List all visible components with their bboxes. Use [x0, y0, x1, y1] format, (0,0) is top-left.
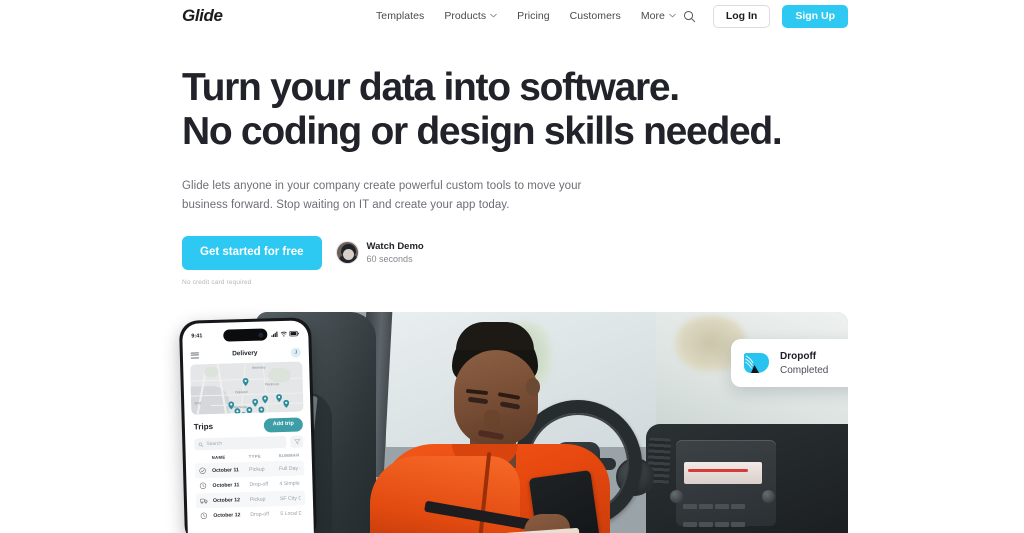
nav-item-templates[interactable]: Templates: [376, 10, 424, 22]
search-input[interactable]: Search: [194, 435, 287, 451]
map-pin[interactable]: [240, 407, 247, 415]
map-pin[interactable]: [283, 395, 290, 408]
watch-demo-title: Watch Demo: [366, 240, 424, 252]
phone-notch: [223, 328, 268, 342]
map-label: Berkeley: [252, 365, 266, 370]
nav-links: Templates Products Pricing Customers Mor…: [376, 10, 676, 22]
user-avatar[interactable]: J: [290, 346, 301, 358]
hero-section: Turn your data into software. No coding …: [182, 66, 822, 286]
cell-name: October 11: [212, 481, 240, 489]
check-circle-icon: [199, 467, 212, 474]
truck-icon: [199, 497, 213, 504]
headline-line-2: No coding or design skills needed.: [182, 110, 783, 154]
search-placeholder: Search: [206, 440, 223, 448]
chevron-down-icon: [490, 12, 497, 19]
signup-button[interactable]: Sign Up: [782, 5, 848, 28]
trips-title: Trips: [193, 422, 214, 432]
photo-driver-figure: [370, 322, 610, 533]
nav-item-products[interactable]: Products: [444, 10, 497, 22]
hero-photo-delivery-driver: Dropoff Completed: [256, 312, 848, 533]
cell-summary: 4 Simple de: [279, 480, 300, 487]
column-header-summary: SUMMARY: [278, 452, 300, 459]
brand-logo[interactable]: Glide: [182, 6, 223, 26]
cell-summary: Full Day of A: [278, 465, 300, 472]
cell-summary: SF City Cen: [279, 495, 301, 502]
column-header-type: TYPE: [248, 453, 262, 459]
front-camera-icon: [258, 332, 264, 338]
cellular-icon: [271, 331, 278, 338]
nav-actions: Log In Sign Up: [679, 5, 848, 28]
map-pin[interactable]: [246, 402, 253, 415]
cell-type: Pickup: [248, 466, 265, 473]
map-pin[interactable]: [262, 390, 269, 404]
clock-icon: [199, 482, 212, 489]
app-title: Delivery: [232, 349, 258, 358]
dropoff-notification-card[interactable]: Dropoff Completed: [731, 339, 848, 387]
nav-label: Products: [444, 10, 487, 22]
clock-icon: [200, 512, 213, 519]
map-label: Piedmont: [264, 382, 280, 387]
headline-line-1: Turn your data into software.: [182, 66, 680, 109]
cell-type: Drop-off: [249, 480, 269, 488]
watch-demo-text: Watch Demo 60 seconds: [367, 241, 424, 265]
map-pin[interactable]: [242, 373, 249, 387]
watch-demo-link[interactable]: Watch Demo 60 seconds: [335, 241, 424, 265]
cell-type: Drop-off: [250, 510, 270, 518]
page-title: Turn your data into software. No coding …: [182, 66, 822, 155]
nav-item-customers[interactable]: Customers: [570, 10, 621, 22]
get-started-button[interactable]: Get started for free: [182, 236, 322, 270]
nav-label: More: [640, 10, 665, 22]
dropoff-card-text: Dropoff Completed: [780, 350, 848, 377]
hero-media: Dropoff Completed 9:41 Delivery J Berkel…: [178, 310, 848, 533]
battery-icon: [289, 330, 299, 337]
trips-section-header: Trips Add trip: [193, 417, 304, 434]
dropoff-title: Dropoff: [780, 350, 817, 362]
cell-summary: 5 Local Del: [280, 510, 302, 517]
cell-type: Pickup: [249, 496, 266, 503]
avatar: [335, 241, 359, 265]
map-label: SFO: [194, 401, 202, 406]
cell-name: October 11: [212, 466, 239, 474]
nav-label: Pricing: [517, 10, 550, 22]
column-header-name: NAME: [211, 454, 226, 461]
chevron-down-icon: [669, 12, 676, 19]
add-trip-button[interactable]: Add trip: [263, 417, 304, 433]
trips-table: NAME TYPE SUMMARY October 11 Pickup Full…: [194, 452, 306, 523]
phone-frame: 9:41 Delivery J Berkeley Piedmont Oaklan…: [178, 317, 318, 533]
hero-cta-row: Get started for free Watch Demo 60 secon…: [182, 236, 822, 270]
status-time: 9:41: [191, 333, 203, 340]
hamburger-icon[interactable]: [190, 351, 199, 359]
filter-icon[interactable]: [290, 435, 304, 448]
map-pin[interactable]: [258, 402, 265, 415]
nav-item-more[interactable]: More: [641, 10, 676, 22]
nav-item-pricing[interactable]: Pricing: [517, 10, 549, 22]
map-label: Oakland: [234, 389, 248, 395]
app-header: Delivery J: [183, 343, 309, 364]
nav-label: Templates: [376, 10, 425, 22]
cell-name: October 12: [213, 511, 241, 519]
trips-search-row: Search: [194, 435, 304, 451]
bird-logo-icon: [742, 351, 770, 375]
cell-name: October 12: [212, 496, 241, 504]
subhead-line-1: Glide lets anyone in your company create…: [182, 179, 556, 192]
phone-screen: 9:41 Delivery J Berkeley Piedmont Oaklan…: [181, 320, 315, 533]
login-button[interactable]: Log In: [712, 5, 771, 28]
landing-page: Glide Templates Products Pricing Custome…: [0, 0, 1024, 533]
search-icon: [198, 442, 204, 447]
search-icon[interactable]: [679, 5, 701, 27]
phone-mockup: 9:41 Delivery J Berkeley Piedmont Oaklan…: [178, 317, 318, 533]
status-icons: [271, 330, 299, 338]
no-credit-card-note: No credit card required: [182, 278, 252, 286]
map-view[interactable]: Berkeley Piedmont Oakland Alameda SFO: [190, 361, 304, 415]
table-row[interactable]: October 12 Drop-off 5 Local Del: [196, 505, 305, 523]
hero-subheading: Glide lets anyone in your company create…: [182, 177, 582, 214]
map-pin[interactable]: [252, 394, 259, 407]
wifi-icon: [280, 331, 287, 337]
top-navbar: Glide Templates Products Pricing Custome…: [0, 0, 1024, 33]
dropoff-status: Completed: [780, 364, 829, 376]
map-pin[interactable]: [276, 389, 282, 403]
watch-demo-duration: 60 seconds: [366, 253, 413, 264]
nav-label: Customers: [569, 10, 621, 22]
